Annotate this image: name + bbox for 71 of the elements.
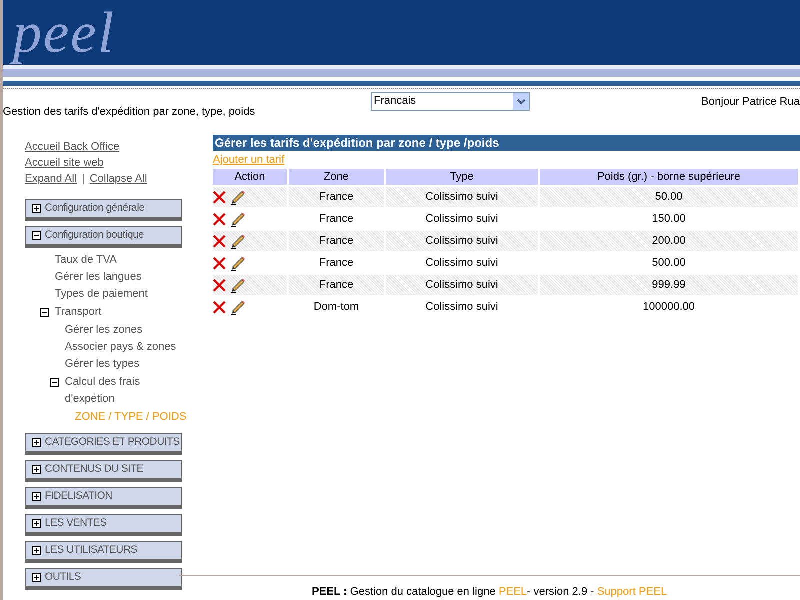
table-cell-text: Colissimo suivi — [424, 300, 500, 315]
pencil-icon[interactable] — [230, 278, 246, 292]
menu-section-header[interactable]: CONTENUS DU SITE — [25, 460, 182, 482]
expand-icon[interactable] — [32, 492, 41, 501]
menu-item[interactable]: Gérer les langues — [25, 269, 213, 286]
table-cell-text: France — [318, 256, 355, 271]
collapse-all-link[interactable]: Collapse All — [90, 171, 148, 187]
table-cell: France — [289, 187, 384, 207]
menu-section-header[interactable]: Configuration générale — [25, 199, 182, 221]
expand-all-link[interactable]: Expand All — [25, 171, 77, 187]
menu-section-header[interactable]: OUTILS — [25, 568, 182, 590]
menu-item[interactable]: Calcul des frais d'expétion — [65, 374, 165, 408]
menu-item[interactable]: Transport — [55, 304, 155, 321]
column-header: Poids (gr.) - borne supérieure — [540, 169, 798, 185]
expand-icon[interactable] — [32, 465, 41, 474]
table-cell: France — [289, 275, 384, 295]
collapse-icon[interactable] — [40, 308, 49, 317]
table-cell: Colissimo suivi — [386, 187, 538, 207]
pencil-icon[interactable] — [230, 212, 246, 226]
delete-icon[interactable] — [213, 190, 226, 204]
separator: | — [82, 172, 85, 187]
table-cell: 200.00 — [540, 231, 798, 251]
menu-item[interactable]: Gérer les zones — [25, 322, 213, 339]
table-cell-text: 100000.00 — [642, 300, 696, 315]
table-cell: Colissimo suivi — [386, 231, 538, 251]
menu-section-header[interactable]: Configuration boutique — [25, 226, 182, 248]
delete-icon[interactable] — [213, 234, 226, 248]
delete-icon[interactable] — [213, 300, 226, 314]
nav-link[interactable]: Accueil site web — [25, 155, 104, 171]
table-cell-text: Dom-tom — [312, 300, 360, 315]
table-cell-text: Colissimo suivi — [424, 212, 500, 227]
menu-section-header[interactable]: LES VENTES — [25, 514, 182, 536]
table-cell: France — [289, 231, 384, 251]
expand-icon[interactable] — [32, 546, 41, 555]
table-cell-text: Colissimo suivi — [424, 256, 500, 271]
pencil-icon[interactable] — [230, 300, 246, 314]
delete-icon[interactable] — [213, 278, 226, 292]
expand-icon[interactable] — [32, 438, 41, 447]
footer-text: PEEL : Gestion du catalogue en ligne PEEL- version 2.9 - Support PEEL — [312, 584, 668, 600]
pencil-icon[interactable] — [230, 256, 246, 270]
table-cell-text: France — [318, 212, 355, 227]
table-cell-text: 150.00 — [651, 212, 687, 227]
menu-item[interactable]: Associer pays & zones — [25, 339, 213, 356]
column-header: Type — [386, 169, 538, 185]
column-header: Action — [213, 169, 287, 185]
nav-link[interactable]: Accueil Back Office — [25, 139, 120, 155]
expand-icon[interactable] — [32, 204, 41, 213]
greeting: Bonjour Patrice Rua — [702, 95, 800, 110]
table-cell: Colissimo suivi — [386, 275, 538, 295]
expand-icon[interactable] — [32, 573, 41, 582]
column-header: Zone — [289, 169, 384, 185]
menu-item[interactable]: Taux de TVA — [25, 252, 213, 269]
language-select[interactable]: Francais — [371, 92, 530, 111]
delete-icon[interactable] — [213, 212, 226, 226]
collapse-icon[interactable] — [32, 231, 41, 240]
collapse-icon[interactable] — [50, 378, 59, 387]
chevron-down-icon — [516, 98, 526, 104]
pencil-icon[interactable] — [230, 190, 246, 204]
menu-section-header[interactable]: FIDELISATION — [25, 487, 182, 509]
menu-item[interactable]: Gérer les types — [25, 356, 213, 373]
pencil-icon[interactable] — [230, 234, 246, 248]
table-cell: 999.99 — [540, 275, 798, 295]
table-cell: 50.00 — [540, 187, 798, 207]
menu-item[interactable]: Types de paiement — [25, 286, 213, 303]
menu-section-header[interactable]: LES UTILISATEURS — [25, 541, 182, 563]
delete-icon[interactable] — [213, 256, 226, 270]
expand-icon[interactable] — [32, 519, 41, 528]
menu-section-header[interactable]: CATEGORIES ET PRODUITS — [25, 433, 182, 455]
table-cell-text: 500.00 — [651, 256, 687, 271]
panel-title-bar: Gérer les tarifs d'expédition par zone / type /poids — [213, 135, 800, 151]
page-title: Gestion des tarifs d'expédition par zone, type, poids — [3, 105, 256, 120]
